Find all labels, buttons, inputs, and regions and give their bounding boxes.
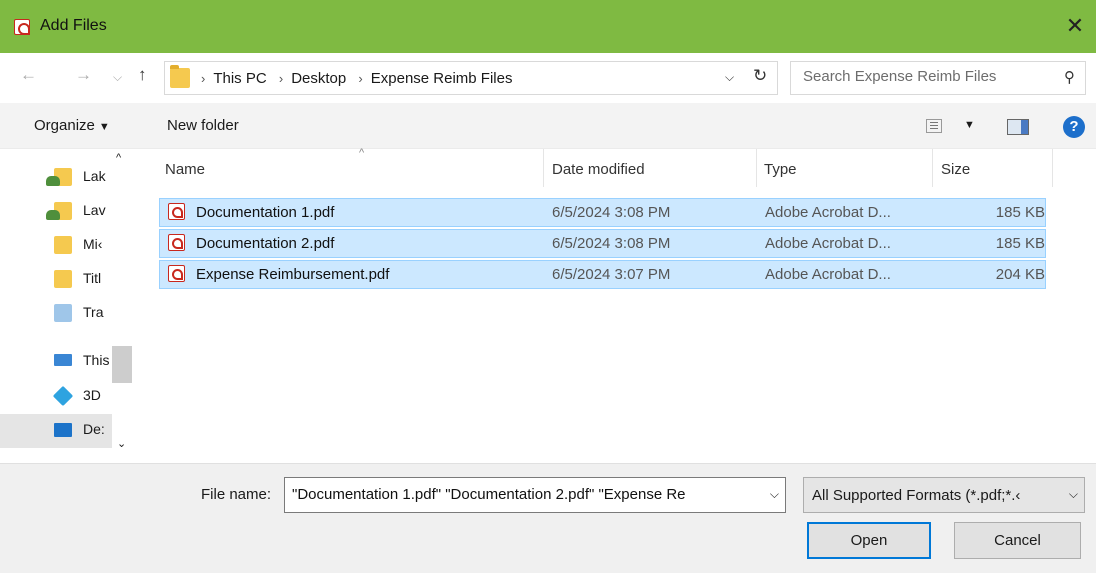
refresh-icon[interactable]: ↻ xyxy=(753,66,767,86)
file-row[interactable]: Documentation 1.pdf 6/5/2024 3:08 PM Ado… xyxy=(159,198,1046,227)
organize-label: Organize xyxy=(34,117,95,134)
breadcrumb: › This PC › Desktop › Expense Reimb Files xyxy=(199,70,518,87)
cancel-button[interactable]: Cancel xyxy=(954,522,1081,559)
file-type: Adobe Acrobat D... xyxy=(765,204,891,221)
scroll-down-arrow-icon[interactable]: ⌄ xyxy=(117,437,126,450)
file-name-combobox[interactable]: ⌵ xyxy=(284,477,786,513)
search-input[interactable] xyxy=(803,68,1043,85)
this-pc-icon xyxy=(54,354,72,366)
sidebar-item-desktop[interactable]: De: xyxy=(0,414,118,448)
column-header-date[interactable]: Date modified xyxy=(544,149,757,187)
close-button[interactable]: ✕ xyxy=(1060,11,1090,41)
caret-down-icon: ▼ xyxy=(98,121,110,133)
file-size: 185 KB xyxy=(995,235,1045,252)
breadcrumb-expense-reimb-files[interactable]: Expense Reimb Files xyxy=(371,70,513,87)
address-dropdown-icon[interactable]: ⌵ xyxy=(725,70,734,85)
dialog-footer: File name: ⌵ All Supported Formats (*.pd… xyxy=(0,463,1096,573)
file-size: 204 KB xyxy=(995,266,1045,283)
navigation-pane[interactable]: Lak Lav Mi‹ Titl Tra This 3D De: ^ ⌄ xyxy=(0,149,133,463)
folder-icon xyxy=(54,236,72,254)
pdf-file-icon xyxy=(168,234,185,251)
file-name: Documentation 2.pdf xyxy=(196,235,335,252)
file-name: Expense Reimbursement.pdf xyxy=(196,266,390,283)
file-type: Adobe Acrobat D... xyxy=(765,266,891,283)
breadcrumb-separator[interactable]: › xyxy=(201,71,205,86)
file-date: 6/5/2024 3:08 PM xyxy=(552,204,671,221)
view-menu-caret-icon[interactable]: ▼ xyxy=(964,119,975,131)
breadcrumb-desktop[interactable]: Desktop xyxy=(291,70,346,87)
breadcrumb-separator[interactable]: › xyxy=(279,71,283,86)
view-options-icon[interactable] xyxy=(926,119,942,133)
search-icon[interactable]: ⚲ xyxy=(1064,68,1075,86)
desktop-icon xyxy=(54,423,72,437)
title-bar: Add Files ✕ xyxy=(0,0,1096,53)
scrollbar-thumb[interactable] xyxy=(112,346,132,383)
file-name-label: File name: xyxy=(201,486,272,503)
shared-folder-icon xyxy=(46,168,72,186)
column-header-name[interactable]: Name ^ xyxy=(159,147,544,187)
folder-icon xyxy=(54,270,72,288)
breadcrumb-this-pc[interactable]: This PC xyxy=(213,70,266,87)
pdf-file-icon xyxy=(168,203,185,220)
folder-icon xyxy=(170,65,190,88)
file-name: Documentation 1.pdf xyxy=(196,204,335,221)
file-type-filter-value: All Supported Formats (*.pdf;*.‹ xyxy=(812,487,1021,504)
file-size: 185 KB xyxy=(995,204,1045,221)
sidebar-scrollbar[interactable]: ^ ⌄ xyxy=(112,149,132,463)
column-header-type[interactable]: Type xyxy=(757,149,933,187)
file-row[interactable]: Documentation 2.pdf 6/5/2024 3:08 PM Ado… xyxy=(159,229,1046,258)
acrobat-icon xyxy=(14,19,30,35)
file-type-filter[interactable]: All Supported Formats (*.pdf;*.‹ ⌵ xyxy=(803,477,1085,513)
scroll-up-arrow-icon[interactable]: ^ xyxy=(116,152,121,164)
navigation-bar: ← → ⌵ ↑ › This PC › Desktop › Expense Reimb… xyxy=(0,53,1096,103)
breadcrumb-separator[interactable]: › xyxy=(358,71,362,86)
file-date: 6/5/2024 3:07 PM xyxy=(552,266,671,283)
column-header-size[interactable]: Size xyxy=(933,149,1053,187)
sidebar-item-label: De: xyxy=(83,421,105,437)
chevron-down-icon[interactable]: ⌵ xyxy=(1069,487,1078,502)
file-list[interactable]: Name ^ Date modified Type Size Documenta… xyxy=(137,147,1096,463)
organize-button[interactable]: Organize ▼ xyxy=(34,117,110,134)
chevron-down-icon[interactable]: ⌵ xyxy=(770,487,779,502)
file-date: 6/5/2024 3:08 PM xyxy=(552,235,671,252)
file-type: Adobe Acrobat D... xyxy=(765,235,891,252)
shared-folder-icon xyxy=(46,202,72,220)
open-button[interactable]: Open xyxy=(807,522,931,559)
pdf-file-icon xyxy=(168,265,185,282)
command-bar: Organize ▼ New folder ▼ ? xyxy=(0,103,1096,149)
back-arrow-icon[interactable]: ← xyxy=(20,65,37,85)
network-folder-icon xyxy=(54,304,72,322)
new-folder-button[interactable]: New folder xyxy=(167,117,239,134)
window-title: Add Files xyxy=(40,17,107,34)
3d-objects-icon xyxy=(52,385,74,407)
search-box[interactable]: ⚲ xyxy=(790,61,1086,95)
column-header-label: Name xyxy=(165,161,206,178)
sort-ascending-icon: ^ xyxy=(359,147,365,159)
preview-pane-icon[interactable] xyxy=(1007,119,1029,135)
file-row[interactable]: Expense Reimbursement.pdf 6/5/2024 3:07 … xyxy=(159,260,1046,289)
help-icon[interactable]: ? xyxy=(1063,116,1085,138)
up-arrow-icon[interactable]: ↑ xyxy=(138,65,147,85)
address-bar[interactable]: › This PC › Desktop › Expense Reimb Files ⌵… xyxy=(164,61,778,95)
file-name-input[interactable] xyxy=(292,486,758,503)
forward-arrow-icon[interactable]: → xyxy=(75,65,92,85)
recent-locations-icon[interactable]: ⌵ xyxy=(113,70,122,85)
